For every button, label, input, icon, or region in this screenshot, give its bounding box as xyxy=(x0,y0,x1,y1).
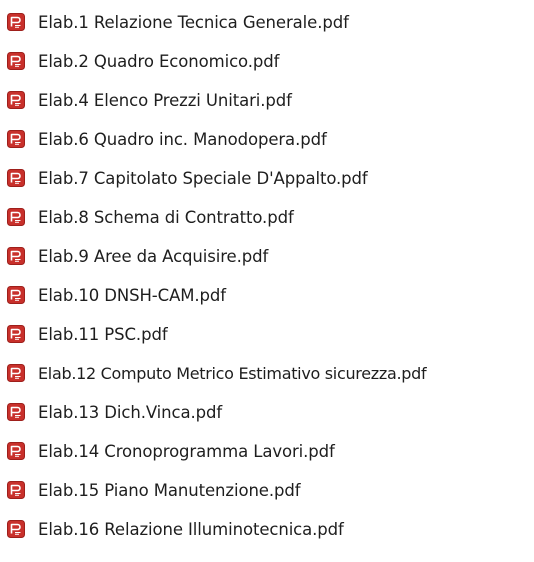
file-item[interactable]: Elab.1 Relazione Tecnica Generale.pdf xyxy=(0,8,420,38)
file-item[interactable]: Elab.13 Dich.Vinca.pdf xyxy=(0,398,420,428)
pdf-file-icon xyxy=(7,208,25,226)
pdf-file-icon xyxy=(7,247,25,265)
file-item[interactable]: Elab.11 PSC.pdf xyxy=(0,320,420,350)
file-name: Elab.9 Aree da Acquisire.pdf xyxy=(38,247,269,266)
file-item[interactable]: Elab.16 Relazione Illuminotecnica.pdf xyxy=(0,515,440,545)
pdf-file-icon xyxy=(7,325,25,343)
file-item[interactable]: Elab.8 Schema di Contratto.pdf xyxy=(0,203,420,233)
file-name: Elab.14 Cronoprogramma Lavori.pdf xyxy=(38,442,335,461)
file-item[interactable]: Elab.14 Cronoprogramma Lavori.pdf xyxy=(0,437,420,467)
file-name: Elab.13 Dich.Vinca.pdf xyxy=(38,403,223,422)
pdf-file-icon xyxy=(7,286,25,304)
file-item[interactable]: Elab.15 Piano Manutenzione.pdf xyxy=(0,476,420,506)
file-item[interactable]: Elab.12 Computo Metrico Estimativo sicur… xyxy=(0,359,534,389)
file-item[interactable]: Elab.4 Elenco Prezzi Unitari.pdf xyxy=(0,86,420,116)
file-name: Elab.7 Capitolato Speciale D'Appalto.pdf xyxy=(38,169,368,188)
file-name: Elab.15 Piano Manutenzione.pdf xyxy=(38,481,301,500)
pdf-file-icon xyxy=(7,364,25,382)
pdf-file-icon xyxy=(7,13,25,31)
file-name: Elab.12 Computo Metrico Estimativo sicur… xyxy=(38,364,427,383)
file-name: Elab.16 Relazione Illuminotecnica.pdf xyxy=(38,520,344,539)
file-name: Elab.11 PSC.pdf xyxy=(38,325,168,344)
pdf-file-icon xyxy=(7,403,25,421)
file-name: Elab.10 DNSH-CAM.pdf xyxy=(38,286,227,305)
file-item[interactable]: Elab.10 DNSH-CAM.pdf xyxy=(0,281,420,311)
pdf-file-icon xyxy=(7,442,25,460)
file-item[interactable]: Elab.6 Quadro inc. Manodopera.pdf xyxy=(0,125,420,155)
pdf-file-icon xyxy=(7,481,25,499)
file-name: Elab.1 Relazione Tecnica Generale.pdf xyxy=(38,13,349,32)
file-name: Elab.8 Schema di Contratto.pdf xyxy=(38,208,294,227)
pdf-file-icon xyxy=(7,52,25,70)
file-name: Elab.4 Elenco Prezzi Unitari.pdf xyxy=(38,91,292,110)
pdf-file-icon xyxy=(7,520,25,538)
file-name: Elab.6 Quadro inc. Manodopera.pdf xyxy=(38,130,327,149)
pdf-file-icon xyxy=(7,130,25,148)
file-item[interactable]: Elab.7 Capitolato Speciale D'Appalto.pdf xyxy=(0,164,440,194)
pdf-file-icon xyxy=(7,91,25,109)
file-item[interactable]: Elab.2 Quadro Economico.pdf xyxy=(0,47,420,77)
file-list: Elab.1 Relazione Tecnica Generale.pdf El… xyxy=(0,0,534,562)
file-name: Elab.2 Quadro Economico.pdf xyxy=(38,52,280,71)
pdf-file-icon xyxy=(7,169,25,187)
file-item[interactable]: Elab.9 Aree da Acquisire.pdf xyxy=(0,242,420,272)
